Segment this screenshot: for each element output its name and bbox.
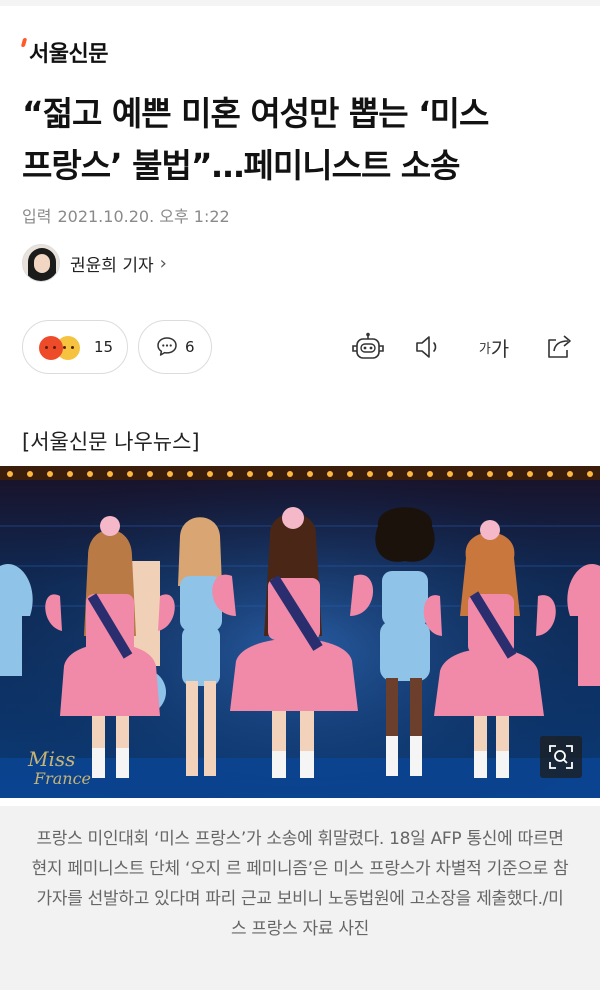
date-value: 2021.10.20. 오후 1:22	[57, 207, 230, 226]
author-name: 권윤희 기자	[70, 255, 154, 276]
summary-bot-button[interactable]	[350, 330, 386, 364]
photo-caption-box: 프랑스 미인대회 ‘미스 프랑스’가 소송에 휘말렸다. 18일 AFP 통신에…	[0, 806, 600, 990]
chevron-right-icon: ›	[159, 252, 167, 274]
font-size-large-label: 가	[490, 336, 510, 361]
author-link[interactable]: 권윤희 기자 ›	[22, 244, 167, 282]
share-icon	[548, 335, 571, 358]
publisher-name: 서울신문	[29, 42, 108, 67]
article-photo[interactable]: Miss France	[0, 466, 600, 798]
news-source-tag: [서울신문 나우뉴스]	[22, 430, 200, 454]
zoom-image-button[interactable]	[540, 736, 582, 778]
logo-mark-icon	[20, 38, 28, 47]
zoom-icon	[549, 745, 573, 769]
share-button[interactable]	[543, 330, 575, 364]
pageant-stage-image: Miss France	[0, 466, 600, 798]
headline-line-2: 프랑스’ 불법”…페미니스트 소송	[22, 146, 461, 185]
svg-text:France: France	[33, 769, 91, 788]
svg-text:Miss: Miss	[27, 747, 75, 771]
comments-button[interactable]: 6	[138, 320, 212, 374]
author-avatar	[22, 244, 60, 282]
date-label: 입력	[22, 207, 52, 226]
publish-date: 입력 2021.10.20. 오후 1:22	[22, 203, 230, 227]
comments-count: 6	[185, 338, 195, 356]
font-size-button[interactable]: 가 가	[474, 330, 514, 364]
comment-bubble-icon	[157, 337, 177, 356]
photo-caption: 프랑스 미인대회 ‘미스 프랑스’가 소송에 휘말렸다. 18일 AFP 통신에…	[31, 829, 569, 939]
headline-line-1: “젊고 예쁜 미혼 여성만 뽑는 ‘미스	[22, 94, 489, 133]
robot-icon	[352, 332, 384, 359]
status-strip	[0, 0, 600, 6]
article-headline: “젊고 예쁜 미혼 여성만 뽑는 ‘미스 프랑스’ 불법”…페미니스트 소송	[22, 88, 582, 192]
text-to-speech-button[interactable]	[412, 330, 446, 364]
speaker-icon	[416, 336, 437, 358]
reactions-button[interactable]: 15	[22, 320, 128, 374]
angry-emoji-icon	[39, 336, 63, 360]
publisher-logo[interactable]: 서울신문	[20, 36, 108, 68]
font-size-small-label: 가	[478, 341, 491, 357]
reactions-count: 15	[94, 338, 114, 356]
